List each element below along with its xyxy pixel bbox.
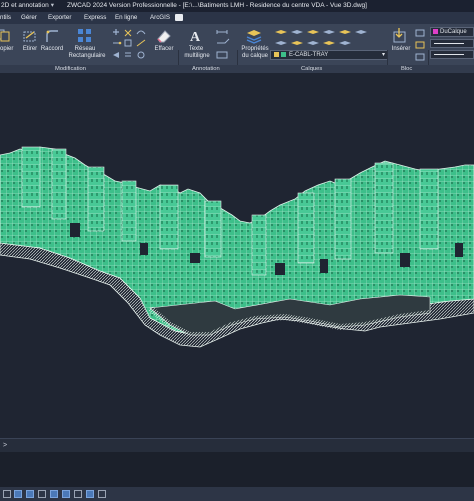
drawing-viewport[interactable] xyxy=(0,73,474,438)
grid-toggle-icon[interactable] xyxy=(3,490,11,498)
mtext-label[interactable]: multiligne xyxy=(179,53,215,60)
workspace-label: 2D et annotation xyxy=(1,2,49,9)
selection-cycle-icon[interactable] xyxy=(98,490,106,498)
menu-item-express[interactable]: Express xyxy=(84,12,106,24)
layer-properties-icon[interactable] xyxy=(245,27,263,45)
insert-block-icon[interactable] xyxy=(391,27,409,45)
snap-toggle-icon[interactable] xyxy=(14,490,22,498)
command-history xyxy=(0,452,474,487)
array-label-2[interactable]: Rectangulaire xyxy=(64,53,110,60)
layer-dropdown[interactable]: E-CABL-TRAY ▾ xyxy=(270,50,388,60)
ribbon-panel-bar: Modification Annotation Calques Bloc xyxy=(0,65,474,73)
menu-bar: ntils Gérer Exporter Express En ligne Ar… xyxy=(0,12,474,24)
panel-annotation[interactable]: Annotation xyxy=(192,65,220,73)
menu-item-arcgis[interactable]: ArcGIS xyxy=(150,12,170,24)
panel-calques[interactable]: Calques xyxy=(301,65,322,73)
copy-icon[interactable] xyxy=(0,28,14,42)
layer-color-swatch xyxy=(281,51,286,57)
modify-tools-icons[interactable] xyxy=(111,28,151,62)
layer-tools-icons[interactable] xyxy=(273,28,383,50)
linetype-sample xyxy=(434,42,464,44)
layer-props-label-2[interactable]: du calque xyxy=(239,53,271,60)
dynamic-input-icon[interactable] xyxy=(86,490,94,498)
color-swatch xyxy=(433,28,438,34)
stretch-label[interactable]: Etirer xyxy=(19,46,41,53)
lineweight-toggle-icon[interactable] xyxy=(74,490,82,498)
panel-modification[interactable]: Modification xyxy=(55,65,86,73)
erase-label[interactable]: Effacer xyxy=(151,46,177,53)
color-dropdown[interactable]: DuCalque xyxy=(430,27,474,37)
stretch-icon[interactable] xyxy=(22,28,38,44)
fillet-icon[interactable] xyxy=(44,28,60,44)
ribbon-toggle-icon[interactable] xyxy=(175,14,183,21)
status-bar xyxy=(0,487,474,501)
chevron-down-icon: ▾ xyxy=(381,52,385,58)
erase-icon[interactable] xyxy=(155,28,173,44)
menu-item-outils[interactable]: ntils xyxy=(0,12,11,24)
layer-current-name: E-CABL-TRAY xyxy=(289,52,329,58)
lineweight-dropdown[interactable] xyxy=(430,50,474,59)
insert-label[interactable]: Insérer xyxy=(388,46,414,53)
ortho-toggle-icon[interactable] xyxy=(26,490,34,498)
menu-item-en-ligne[interactable]: En ligne xyxy=(115,12,137,24)
block-tools-icons[interactable] xyxy=(414,28,428,62)
color-current: DuCalque xyxy=(440,29,467,35)
panel-bloc[interactable]: Bloc xyxy=(401,65,412,73)
annotation-tools-icons[interactable] xyxy=(215,28,235,62)
osnap-toggle-icon[interactable] xyxy=(50,490,58,498)
lineweight-sample xyxy=(434,53,464,55)
layer-props-label-1[interactable]: Propriétés xyxy=(239,46,271,53)
command-line[interactable]: > xyxy=(0,438,474,452)
menu-item-exporter[interactable]: Exporter xyxy=(48,12,71,24)
chevron-down-icon: ▾ xyxy=(50,2,54,9)
3d-building-model xyxy=(0,146,474,348)
workspace-selector[interactable]: 2D et annotation ▾ xyxy=(0,0,61,12)
linetype-dropdown[interactable] xyxy=(430,39,474,48)
array-icon[interactable] xyxy=(76,27,94,45)
title-bar: 2D et annotation ▾ ZWCAD 2024 Version Pro… xyxy=(0,0,474,12)
window-title: ZWCAD 2024 Version Professionnelle - [E:… xyxy=(67,2,367,9)
polar-toggle-icon[interactable] xyxy=(38,490,46,498)
svg-text:A: A xyxy=(190,30,201,44)
light-bulb-icon xyxy=(274,51,279,57)
command-prompt: > xyxy=(3,442,8,449)
text-label[interactable]: Texte xyxy=(180,46,212,53)
text-icon[interactable]: A xyxy=(188,28,204,44)
fillet-label[interactable]: Raccord xyxy=(39,46,65,53)
array-label-1[interactable]: Réseau xyxy=(66,46,104,53)
otrack-toggle-icon[interactable] xyxy=(62,490,70,498)
menu-item-gerer[interactable]: Gérer xyxy=(21,12,37,24)
copy-label[interactable]: opier xyxy=(0,46,18,53)
